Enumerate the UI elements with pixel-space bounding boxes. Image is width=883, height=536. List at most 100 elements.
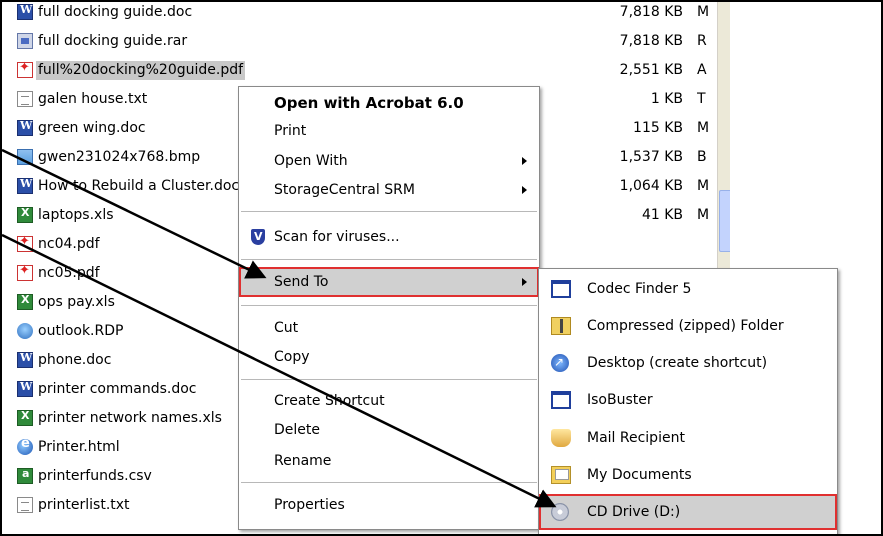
pdf-icon [17, 234, 33, 252]
sendto-mail-recipient[interactable]: Mail Recipient [539, 420, 837, 457]
menu-item-label: Cut [274, 320, 299, 336]
menu-separator [241, 379, 537, 380]
menu-item-copy[interactable]: Copy [239, 343, 539, 371]
menu-item-delete[interactable]: Delete [239, 416, 539, 444]
desktop-shortcut-icon [551, 344, 569, 381]
menu-item-label: CD Drive (D:) [587, 504, 681, 520]
pdf-icon [17, 60, 33, 78]
menu-item-label: Copy [274, 349, 310, 365]
scroll-thumb[interactable] [719, 190, 730, 252]
excel-icon [17, 206, 33, 223]
bmp-icon [17, 149, 33, 165]
file-name: full%20docking%20guide.pdf [36, 61, 246, 80]
file-name: gwen231024x768.bmp [38, 149, 201, 165]
sendto-desktop[interactable]: Desktop (create shortcut) [539, 344, 837, 382]
file-size: 2,551 KB [619, 62, 683, 78]
sendto-my-documents[interactable]: My Documents [539, 457, 837, 494]
zip-folder-icon [551, 317, 571, 335]
file-size: 7,818 KB [619, 4, 683, 20]
file-type: M [697, 4, 710, 20]
file-name: full docking guide.rar [38, 33, 188, 49]
context-menu: Open with Acrobat 6.0 Print Open With St… [238, 86, 540, 530]
file-name: galen house.txt [38, 91, 148, 107]
word-icon [17, 3, 33, 20]
file-name: How to Rebuild a Cluster.doc [38, 178, 240, 194]
file-type: B [697, 149, 707, 165]
menu-item-properties[interactable]: Properties [239, 491, 539, 519]
file-row[interactable]: full docking guide.doc 7,818 KB M [0, 2, 730, 23]
menu-separator [241, 305, 537, 306]
word-icon [17, 119, 33, 136]
menu-item-open-with[interactable]: Open With [239, 147, 539, 175]
menu-item-rename[interactable]: Rename [239, 447, 539, 475]
menu-item-send-to[interactable]: Send To [239, 267, 539, 297]
file-name: printerlist.txt [38, 497, 130, 513]
menu-separator [241, 482, 537, 483]
file-size: 41 KB [641, 207, 683, 223]
file-size: 7,818 KB [619, 33, 683, 49]
file-name: printer network names.xls [38, 410, 222, 426]
menu-item-label: My Documents [587, 467, 692, 483]
file-name: printer commands.doc [38, 381, 197, 397]
window-icon [551, 391, 571, 409]
file-name: nc04.pdf [38, 236, 100, 252]
menu-item-print[interactable]: Print [239, 117, 539, 145]
word-icon [17, 177, 33, 194]
file-name: nc05.pdf [38, 265, 100, 281]
sendto-codec-finder[interactable]: Codec Finder 5 [539, 271, 837, 308]
file-name: laptops.xls [38, 207, 114, 223]
menu-item-label: Print [274, 123, 307, 139]
file-row[interactable]: full docking guide.rar 7,818 KB R [0, 31, 730, 52]
menu-item-label: Mail Recipient [587, 430, 685, 446]
file-type: M [697, 207, 710, 223]
cd-drive-icon [551, 503, 569, 521]
menu-item-label: Scan for viruses... [274, 229, 400, 245]
menu-item-label: Open With [274, 153, 348, 169]
txt-icon [17, 497, 33, 513]
sendto-cd-drive[interactable]: CD Drive (D:) [539, 494, 837, 530]
excel-icon [17, 293, 33, 310]
menu-item-open-with-acrobat[interactable]: Open with Acrobat 6.0 [239, 89, 539, 117]
menu-item-storagecentral[interactable]: StorageCentral SRM [239, 176, 539, 204]
file-size: 1 KB [650, 91, 683, 107]
mail-icon [551, 429, 571, 447]
submenu-arrow-icon [522, 157, 527, 165]
rdp-icon [17, 323, 33, 339]
file-size: 115 KB [633, 120, 683, 136]
window-icon [551, 280, 571, 298]
menu-item-label: Codec Finder 5 [587, 281, 692, 297]
file-name: green wing.doc [38, 120, 146, 136]
menu-separator [241, 259, 537, 260]
my-documents-icon [551, 466, 571, 484]
file-name: outlook.RDP [38, 323, 124, 339]
menu-item-label: Desktop (create shortcut) [587, 355, 768, 371]
menu-item-label: Create Shortcut [274, 393, 385, 409]
file-name: full docking guide.doc [38, 4, 193, 20]
file-type: A [697, 62, 707, 78]
file-type: T [697, 91, 706, 107]
file-name: ops pay.xls [38, 294, 115, 310]
menu-item-label: StorageCentral SRM [274, 182, 415, 198]
pdf-icon [17, 263, 33, 281]
sendto-compressed-folder[interactable]: Compressed (zipped) Folder [539, 308, 837, 345]
word-icon [17, 351, 33, 368]
menu-item-create-shortcut[interactable]: Create Shortcut [239, 387, 539, 415]
txt-icon [17, 91, 33, 107]
file-size: 1,537 KB [619, 149, 683, 165]
menu-item-label: Rename [274, 453, 332, 469]
file-size: 1,064 KB [619, 178, 683, 194]
word-icon [17, 380, 33, 397]
csv-icon [17, 467, 33, 484]
submenu-arrow-icon [522, 186, 527, 194]
menu-item-scan-for-viruses[interactable]: Scan for viruses... [239, 223, 539, 251]
menu-item-label: Open with Acrobat 6.0 [274, 94, 464, 112]
file-name: printerfunds.csv [38, 468, 152, 484]
sendto-isobuster[interactable]: IsoBuster [539, 382, 837, 419]
file-type: M [697, 178, 710, 194]
file-row[interactable]: full%20docking%20guide.pdf 2,551 KB A [0, 60, 730, 81]
menu-item-label: Properties [274, 497, 345, 513]
menu-item-label: IsoBuster [587, 392, 653, 408]
menu-item-cut[interactable]: Cut [239, 314, 539, 342]
ie-icon [17, 436, 33, 455]
file-type: R [697, 33, 707, 49]
